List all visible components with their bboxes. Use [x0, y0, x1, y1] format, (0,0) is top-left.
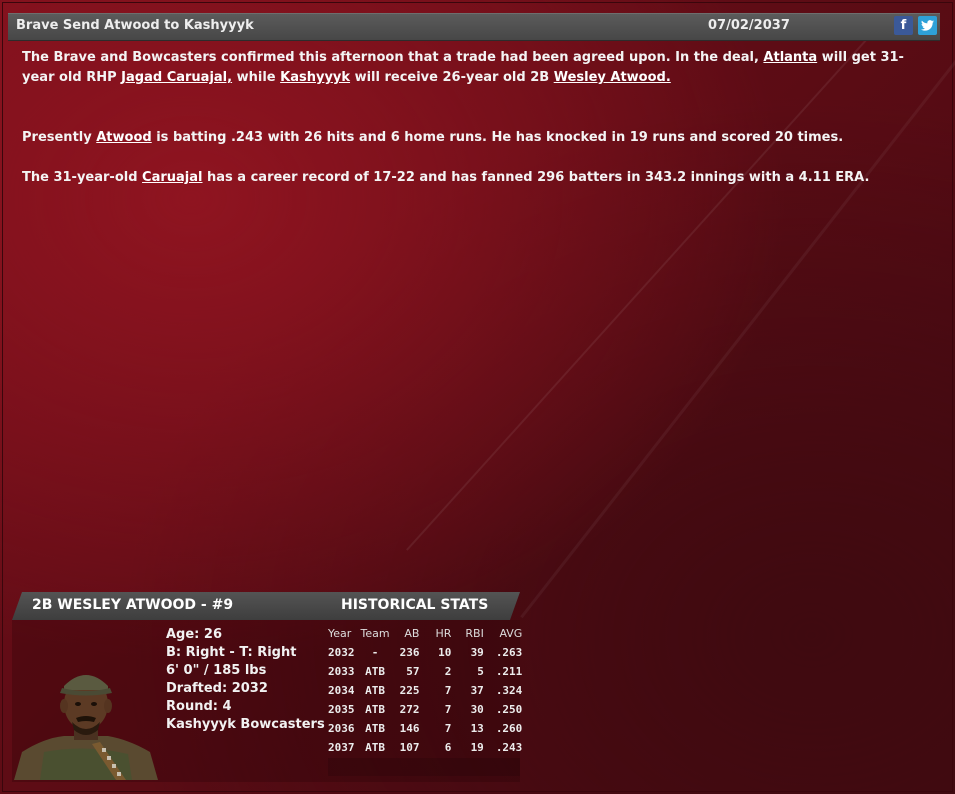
stats-cell-ab: 225: [399, 684, 420, 697]
stats-cell-year: 2036: [328, 722, 355, 735]
stats-cell-ab: 236: [399, 646, 420, 659]
stats-cell-team: -: [371, 646, 379, 659]
stats-cell-year: 2037: [328, 741, 355, 754]
stats-cell-rbi: 30: [470, 703, 484, 716]
player-height-weight: 6' 0" / 185 lbs: [166, 663, 267, 678]
stats-col-team: Team: [360, 627, 390, 640]
stats-cell-ab: 57: [406, 665, 420, 678]
stats-cell-avg: .263: [495, 646, 523, 659]
player-link-caruajal[interactable]: Jagad Caruajal,: [121, 70, 232, 85]
player-link-atwood[interactable]: Wesley Atwood.: [554, 70, 671, 85]
stats-row: 2032 - 236 10 39 .263: [326, 643, 524, 662]
article-paragraph: Presently Atwood is batting .243 with 26…: [22, 130, 844, 145]
stats-header-row: Year Team AB HR RBI AVG: [326, 624, 524, 643]
stats-cell-avg: .260: [495, 722, 523, 735]
stats-cell-rbi: 13: [470, 722, 484, 735]
stats-cell-rbi: 19: [470, 741, 484, 754]
stats-cell-rbi: 5: [477, 665, 484, 678]
player-team[interactable]: Kashyyyk Bowcasters: [166, 716, 325, 734]
player-draft-round: Round: 4: [166, 699, 232, 714]
player-card-header: 2B WESLEY ATWOOD - #9 HISTORICAL STATS: [12, 592, 520, 620]
stats-footer: [328, 758, 520, 776]
twitter-share-icon[interactable]: [918, 16, 937, 35]
stats-col-hr: HR: [435, 627, 452, 640]
stats-cell-hr: 7: [444, 684, 452, 697]
stats-cell-hr: 7: [444, 722, 452, 735]
stats-cell-hr: 2: [444, 665, 452, 678]
stats-cell-rbi: 39: [470, 646, 484, 659]
team-link-kashyyyk[interactable]: Kashyyyk: [280, 70, 350, 85]
stats-cell-avg: .211: [495, 665, 523, 678]
stats-cell-rbi: 37: [470, 684, 484, 697]
player-bio: Age: 26 B: Right - T: Right 6' 0" / 185 …: [166, 626, 325, 734]
article-headline: Brave Send Atwood to Kashyyyk: [16, 18, 254, 33]
article-body: The Brave and Bowcasters confirmed this …: [22, 48, 932, 188]
player-link-atwood[interactable]: Atwood: [96, 130, 151, 145]
stats-row: 2035 ATB 272 7 30 .250: [326, 700, 524, 719]
stats-cell-year: 2032: [328, 646, 355, 659]
player-drafted: Drafted: 2032: [166, 681, 268, 696]
team-link-atlanta[interactable]: Atlanta: [763, 50, 817, 65]
stats-col-rbi: RBI: [465, 627, 484, 640]
stats-row: 2034 ATB 225 7 37 .324: [326, 681, 524, 700]
article-date: 07/02/2037: [708, 18, 790, 33]
stats-cell-team: ATB: [365, 665, 385, 678]
twitter-bird-icon: [921, 20, 934, 31]
stats-row: 2036 ATB 146 7 13 .260: [326, 719, 524, 738]
stats-cell-avg: .324: [495, 684, 523, 697]
stats-cell-hr: 10: [438, 646, 452, 659]
stats-row: 2037 ATB 107 6 19 .243: [326, 738, 524, 757]
historical-stats-title: HISTORICAL STATS: [341, 597, 489, 613]
stats-col-ab: AB: [404, 627, 420, 640]
stats-cell-team: ATB: [365, 703, 385, 716]
stats-cell-avg: .250: [495, 703, 523, 716]
stats-cell-team: ATB: [365, 722, 385, 735]
player-link-caruajal[interactable]: Caruajal: [142, 170, 202, 185]
stats-col-avg: AVG: [499, 627, 523, 640]
stats-cell-year: 2033: [328, 665, 355, 678]
stats-cell-hr: 6: [444, 741, 452, 754]
stats-cell-team: ATB: [365, 741, 385, 754]
player-age: Age: 26: [166, 627, 222, 642]
article-paragraph: The Brave and Bowcasters confirmed this …: [22, 50, 904, 85]
stats-cell-ab: 146: [399, 722, 420, 735]
stats-row: 2033 ATB 57 2 5 .211: [326, 662, 524, 681]
article-paragraph: The 31-year-old Caruajal has a career re…: [22, 170, 870, 185]
player-portrait: [14, 675, 158, 780]
facebook-share-icon[interactable]: f: [894, 16, 913, 35]
stats-cell-ab: 107: [399, 741, 420, 754]
stats-cell-ab: 272: [399, 703, 420, 716]
article-title-bar: Brave Send Atwood to Kashyyyk 07/02/2037…: [8, 13, 940, 41]
stats-cell-team: ATB: [365, 684, 385, 697]
player-card: Age: 26 B: Right - T: Right 6' 0" / 185 …: [12, 620, 522, 782]
historical-stats-table: Year Team AB HR RBI AVG 2032 - 236 10 39…: [326, 624, 524, 757]
stats-cell-year: 2034: [328, 684, 355, 697]
stats-cell-avg: .243: [495, 741, 523, 754]
player-bats-throws: B: Right - T: Right: [166, 645, 297, 660]
stats-cell-hr: 7: [444, 703, 452, 716]
player-name[interactable]: 2B WESLEY ATWOOD - #9: [32, 597, 233, 613]
stats-cell-year: 2035: [328, 703, 355, 716]
stats-col-year: Year: [328, 627, 352, 640]
